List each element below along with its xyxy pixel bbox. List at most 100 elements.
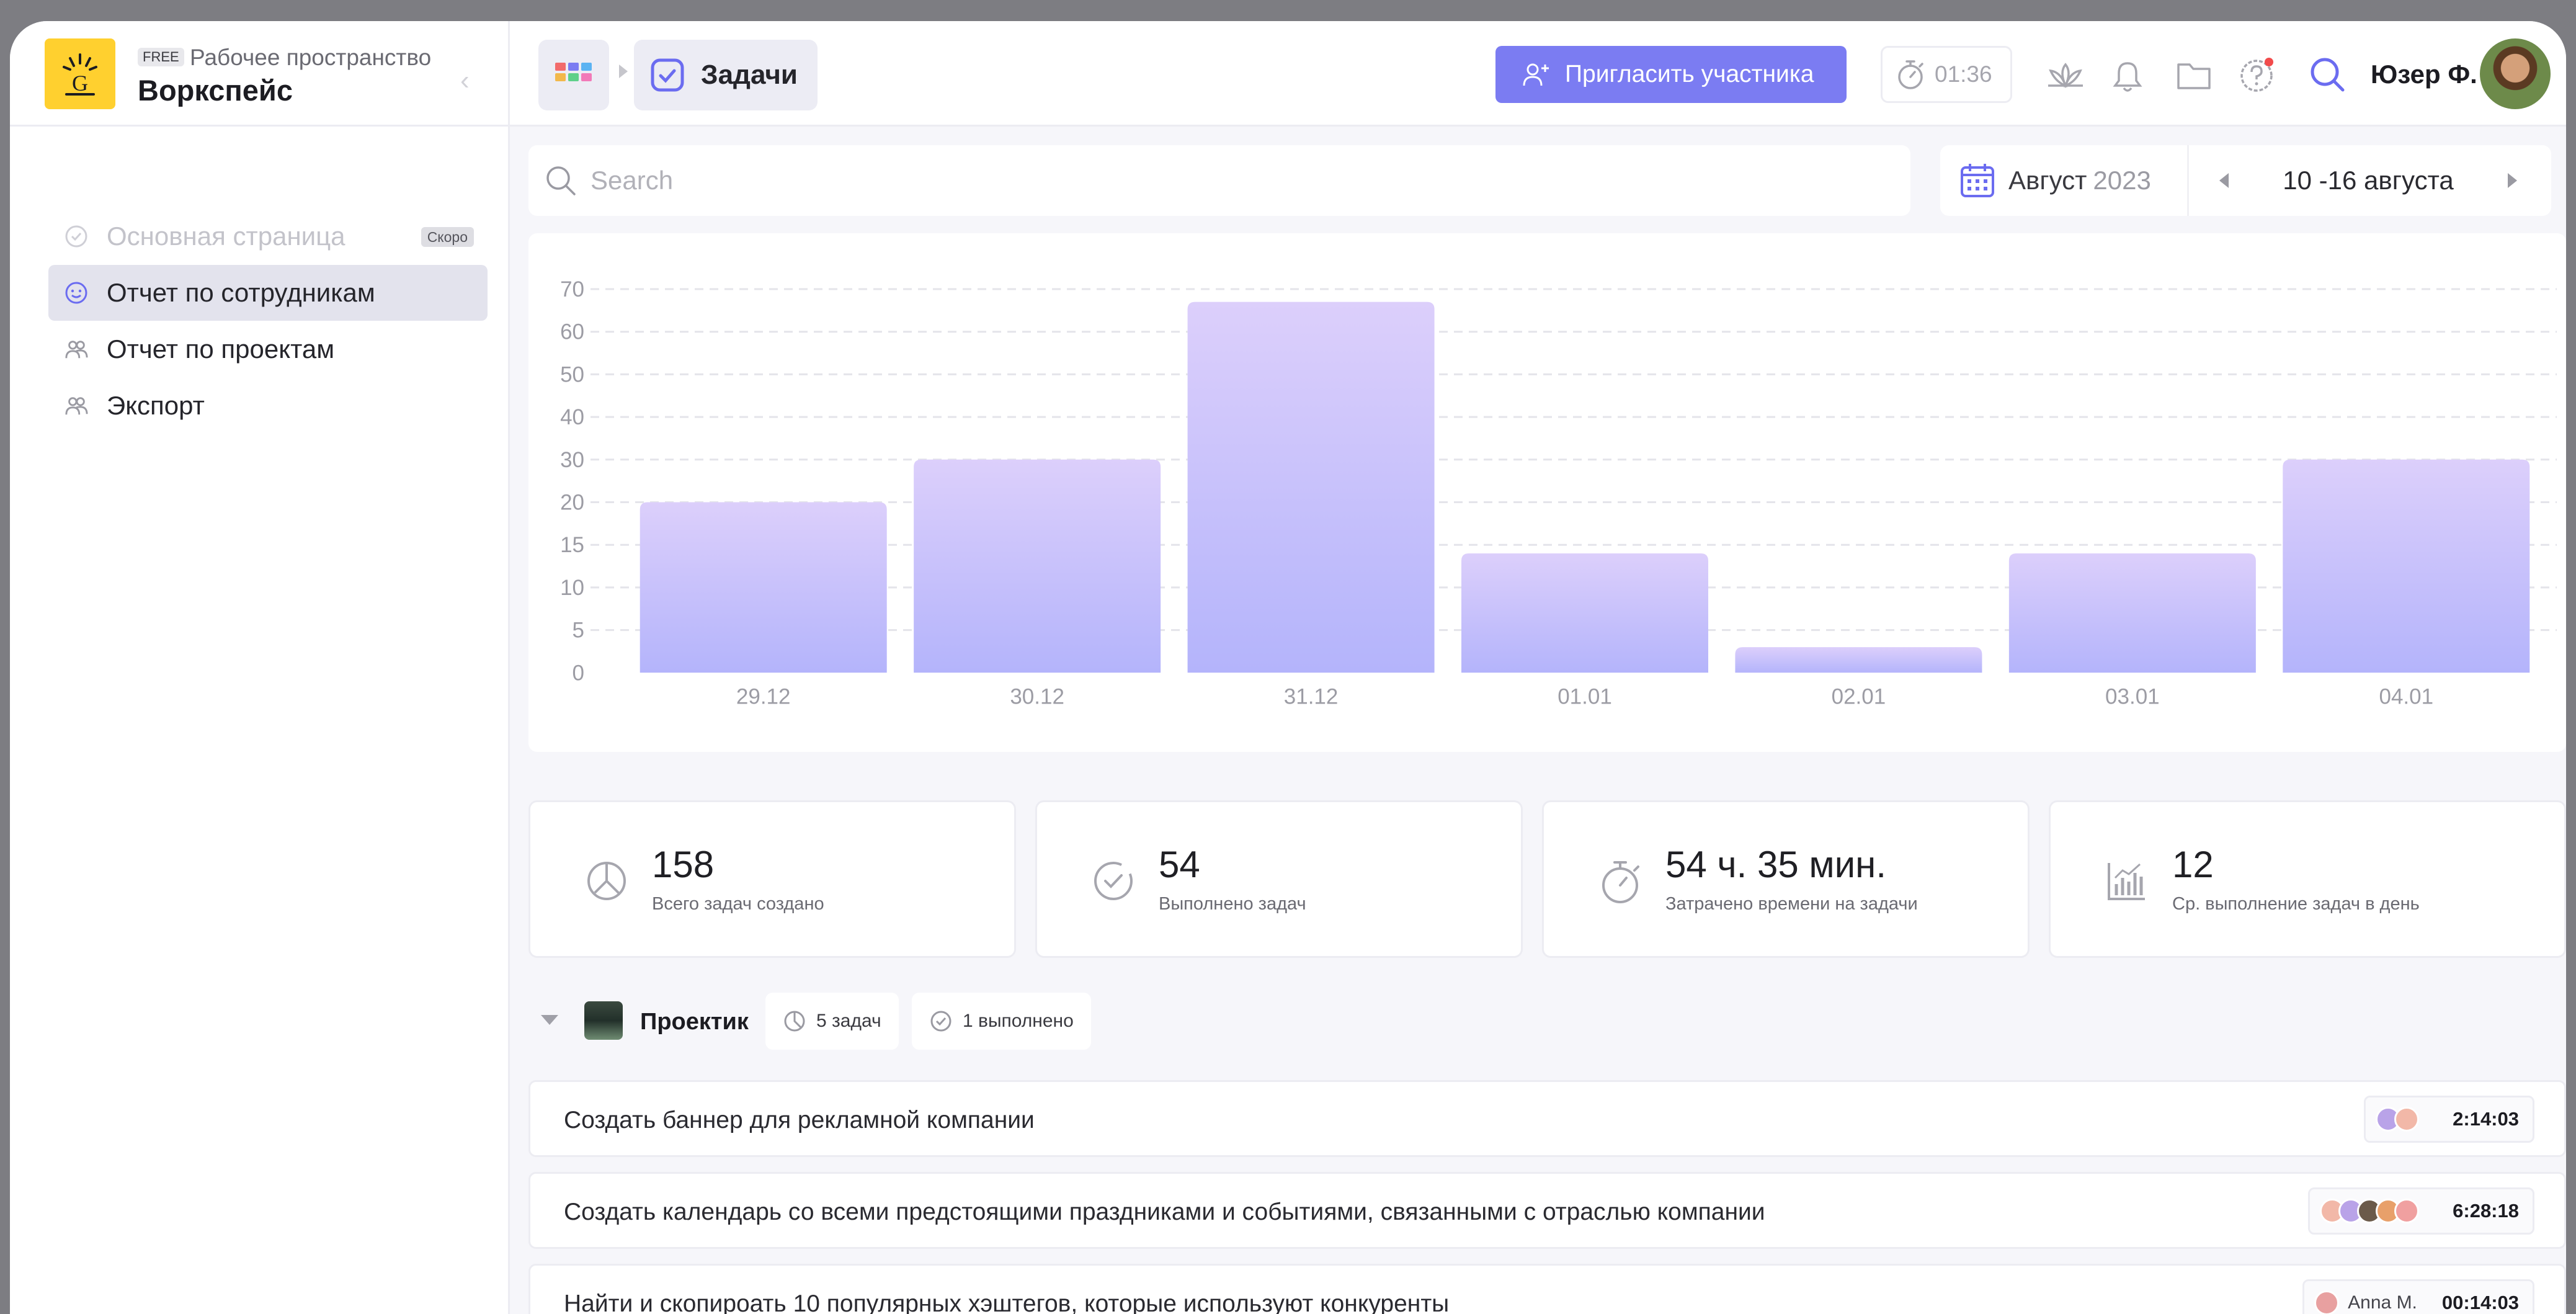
chart-bar[interactable] — [1187, 302, 1435, 673]
task-duration: 2:14:03 — [2453, 1108, 2519, 1130]
y-tick-label: 70 — [560, 277, 584, 302]
sun-logo-icon: G — [63, 53, 97, 96]
collapse-toggle-icon[interactable] — [541, 1015, 558, 1025]
task-title: Найти и скопироать 10 популярных хэштего… — [564, 1290, 1450, 1314]
chart-bar[interactable] — [1461, 553, 1708, 673]
stats-row: 158 Всего задач создано 54 Выполнено зад… — [528, 800, 2566, 958]
stat-caption: Выполнено задач — [1159, 894, 1306, 914]
x-tick-label: 31.12 — [1284, 684, 1339, 708]
tasks-count-chip: 5 задач — [765, 993, 899, 1050]
stat-value: 54 ч. 35 мин. — [1665, 844, 1886, 885]
sidebar-item-export[interactable]: Экспорт — [48, 378, 488, 434]
avatar[interactable] — [2480, 38, 2551, 109]
soon-badge: Скоро — [421, 227, 474, 247]
y-tick-label: 30 — [560, 448, 584, 472]
assignee-avatar — [2394, 1107, 2420, 1132]
chart-bar[interactable] — [1735, 647, 1982, 673]
collapse-sidebar-icon[interactable]: ‹ — [460, 67, 470, 94]
bell-icon[interactable] — [2110, 60, 2145, 94]
pie-chart-icon — [784, 1011, 805, 1032]
task-row[interactable]: Найти и скопироать 10 популярных хэштего… — [528, 1264, 2566, 1314]
invite-member-button[interactable]: Пригласить участника — [1495, 46, 1847, 103]
previous-week-icon[interactable] — [2219, 173, 2229, 188]
chart-bar[interactable] — [914, 459, 1161, 673]
y-tick-label: 60 — [560, 320, 584, 344]
task-meta: 2:14:03 — [2364, 1096, 2534, 1143]
date-range-picker: Август 2023 10 -16 августа — [1940, 145, 2551, 216]
x-tick-label: 30.12 — [1010, 684, 1064, 708]
sidebar: G FREE Рабочее пространство Воркспейс ‹ … — [10, 21, 510, 1314]
workspace-header[interactable]: G FREE Рабочее пространство Воркспейс ‹ — [10, 21, 510, 127]
x-tick-label: 04.01 — [2379, 684, 2433, 708]
breadcrumb-label: Задачи — [701, 60, 798, 90]
divider — [2187, 145, 2189, 216]
breadcrumb-tasks[interactable]: Задачи — [634, 40, 818, 110]
apps-button[interactable] — [538, 40, 609, 110]
assignee-avatars — [2320, 1199, 2420, 1223]
next-week-icon[interactable] — [2508, 173, 2517, 188]
pie-chart-icon — [587, 862, 626, 900]
x-tick-label: 02.01 — [1832, 684, 1886, 708]
plan-badge: FREE — [138, 48, 184, 66]
stat-caption: Всего задач создано — [652, 894, 824, 914]
breadcrumb-separator-icon — [619, 65, 628, 78]
task-row[interactable]: Создать баннер для рекламной компании 2:… — [528, 1080, 2566, 1157]
svg-text:G: G — [72, 71, 88, 96]
top-bar: Задачи Пригласить участника 01:36 Юзер Ф… — [510, 21, 2566, 127]
y-tick-label: 15 — [560, 533, 584, 557]
tasks-bar-chart: 0 5 10 15 20 30 40 50 60 70 29.12 30.12 31.12 01.01 0… — [528, 233, 2566, 752]
sidebar-item-home[interactable]: Основная страница Скоро — [48, 208, 488, 264]
project-group-header: Проектик 5 задач 1 выполнено — [528, 991, 1273, 1051]
sidebar-item-project-report[interactable]: Отчет по проектам — [48, 321, 488, 377]
chip-label: 1 выполнено — [963, 1011, 1074, 1031]
sidebar-item-employee-report[interactable]: Отчет по сотрудникам — [48, 265, 488, 321]
chip-label: 5 задач — [816, 1011, 881, 1031]
stat-value: 158 — [652, 844, 715, 885]
stat-caption: Ср. выполнение задач в день — [2172, 894, 2420, 914]
search-bar[interactable] — [528, 145, 1910, 216]
chart-bar[interactable] — [640, 502, 887, 673]
x-tick-label: 03.01 — [2105, 684, 2160, 708]
bar-chart-icon — [2108, 863, 2145, 900]
stat-value: 54 — [1159, 844, 1200, 885]
check-circle-icon — [65, 225, 88, 248]
task-row[interactable]: Создать календарь со всеми предстоящими … — [528, 1172, 2566, 1249]
sidebar-item-label: Отчет по проектам — [107, 334, 335, 364]
week-range-label: 10 -16 августа — [2283, 166, 2454, 195]
sidebar-item-label: Отчет по сотрудникам — [107, 278, 375, 307]
lotus-icon[interactable] — [2046, 60, 2085, 91]
help-icon[interactable] — [2238, 55, 2278, 94]
y-tick-label: 40 — [560, 405, 584, 429]
stopwatch-icon — [1602, 861, 1639, 903]
users-icon — [65, 394, 88, 418]
smile-icon — [65, 281, 88, 305]
users-icon — [65, 337, 88, 361]
main-content: Август 2023 10 -16 августа 0 5 10 15 20 30 40 5… — [510, 127, 2566, 1314]
calendar-icon — [1961, 164, 1994, 197]
app-window: G FREE Рабочее пространство Воркспейс ‹ … — [10, 21, 2566, 1314]
done-count-chip: 1 выполнено — [912, 993, 1091, 1050]
stat-card-completed: 54 Выполнено задач — [1035, 800, 1523, 958]
task-title: Создать баннер для рекламной компании — [564, 1107, 1035, 1133]
apps-grid-icon — [555, 63, 592, 81]
workspace-logo: G — [45, 38, 115, 109]
chart-bar[interactable] — [2283, 459, 2530, 673]
search-icon[interactable] — [2309, 56, 2346, 93]
assignee-name: Anna M. — [2348, 1292, 2417, 1313]
stat-card-created: 158 Всего задач создано — [528, 800, 1016, 958]
search-input[interactable] — [591, 166, 1769, 195]
task-meta: Anna M. 00:14:03 — [2302, 1279, 2534, 1314]
stat-value: 12 — [2172, 844, 2214, 885]
search-icon — [546, 166, 576, 195]
user-name[interactable]: Юзер Ф. — [2371, 60, 2477, 89]
sidebar-item-label: Основная страница — [107, 221, 345, 251]
project-name[interactable]: Проектик — [640, 1009, 749, 1035]
sidebar-nav: Основная страница Скоро Отчет по сотрудн… — [48, 208, 488, 434]
folder-icon[interactable] — [2176, 60, 2212, 91]
chart-bar[interactable] — [2008, 553, 2256, 673]
task-duration: 6:28:18 — [2453, 1200, 2519, 1222]
project-thumbnail — [584, 1001, 623, 1040]
workspace-name: Воркспейс — [138, 74, 293, 107]
timer-button[interactable]: 01:36 — [1881, 46, 2012, 103]
month-selector[interactable]: Август 2023 — [1959, 145, 2151, 216]
